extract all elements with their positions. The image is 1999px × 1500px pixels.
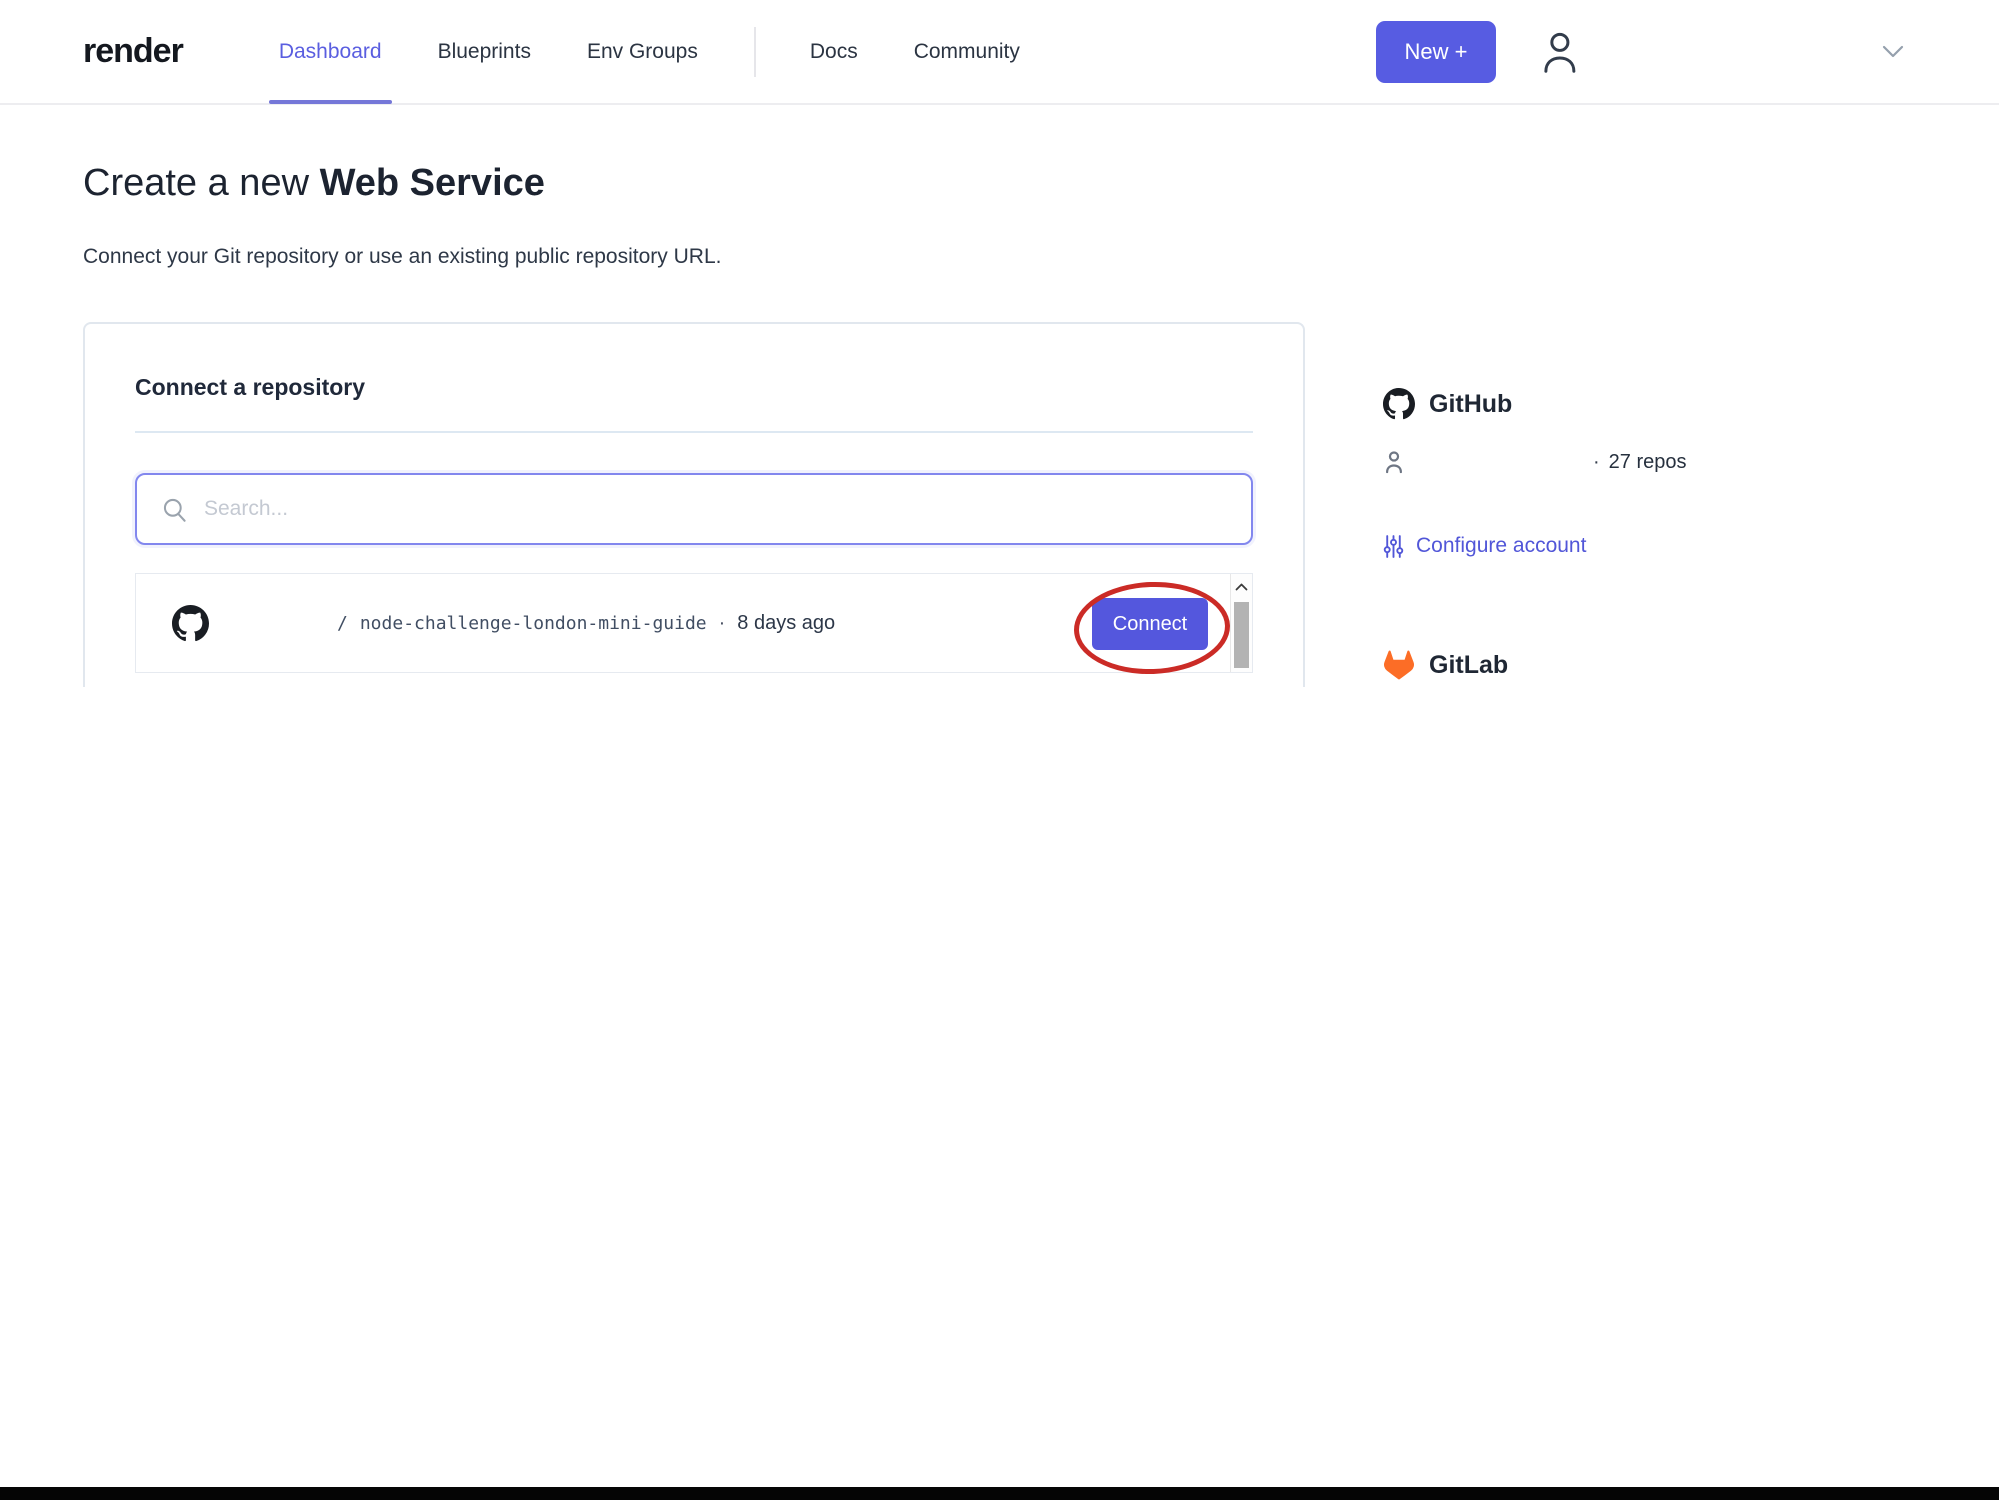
repo-list: / node-challenge-london-mini-guide · 8 d…: [135, 573, 1253, 677]
repo-count: 27 repos: [1608, 450, 1687, 473]
redacted-owner-name: [209, 618, 337, 628]
nav-item-community[interactable]: Community: [914, 0, 1020, 104]
nav-item-docs[interactable]: Docs: [810, 0, 858, 104]
top-navbar: render Dashboard Blueprints Env Groups D…: [0, 0, 1999, 105]
nav-links: Dashboard Blueprints Env Groups Docs Com…: [268, 0, 1076, 104]
repo-separator: ·: [718, 611, 726, 634]
gitlab-section-header: GitLab: [1383, 650, 1943, 680]
bottom-edge-bar: [0, 1487, 1999, 1500]
github-title: GitHub: [1429, 389, 1513, 418]
new-button[interactable]: New +: [1376, 20, 1496, 83]
page-title: Create a new Web Service: [83, 162, 545, 205]
connect-button[interactable]: Connect: [1092, 598, 1208, 650]
repo-search-input[interactable]: [204, 497, 1251, 521]
repo-name: node-challenge-london-mini-guide: [359, 612, 707, 634]
card-divider: [135, 431, 1253, 433]
card-heading: Connect a repository: [135, 374, 366, 400]
repo-path-slash: /: [337, 612, 348, 634]
search-icon: [163, 498, 186, 522]
repo-row[interactable]: / node-challenge-london-mini-guide · 8 d…: [136, 574, 1252, 672]
sliders-icon: [1383, 534, 1404, 558]
page-title-prefix: Create a new: [83, 162, 320, 204]
render-logo[interactable]: render: [83, 32, 184, 71]
github-icon: [172, 604, 209, 641]
page-title-emphasis: Web Service: [319, 162, 545, 204]
nav-item-dashboard[interactable]: Dashboard: [268, 0, 392, 104]
user-avatar-icon[interactable]: [1538, 29, 1580, 75]
gitlab-icon: [1384, 650, 1414, 680]
scrollbar-thumb[interactable]: [1234, 602, 1249, 668]
github-account-meta: · 27 repos: [1383, 450, 1943, 474]
chevron-down-icon[interactable]: [1882, 45, 1904, 58]
repo-updated-time: 8 days ago: [737, 611, 836, 634]
nav-divider: [753, 26, 756, 77]
github-icon: [1383, 388, 1415, 420]
nav-right: New +: [1376, 20, 1904, 83]
configure-account-label: Configure account: [1416, 534, 1587, 557]
repo-list-scrollbar[interactable]: [1230, 574, 1252, 672]
person-icon: [1386, 451, 1402, 474]
redacted-username: [1405, 458, 1593, 466]
scroll-up-arrow-icon[interactable]: [1231, 574, 1252, 600]
configure-account-link[interactable]: Configure account: [1383, 534, 1943, 558]
nav-item-blueprints[interactable]: Blueprints: [438, 0, 531, 104]
git-providers-sidebar: GitHub · 27 repos Configure account GitL: [1383, 388, 1943, 680]
github-section-header: GitHub: [1383, 388, 1943, 420]
page-root: render Dashboard Blueprints Env Groups D…: [0, 0, 1999, 1500]
connect-repository-card: Connect a repository / node-challenge-lo…: [83, 322, 1305, 687]
gitlab-title: GitLab: [1429, 650, 1509, 679]
repo-search-box: [135, 473, 1253, 545]
page-subtitle: Connect your Git repository or use an ex…: [83, 245, 722, 268]
nav-item-env-groups[interactable]: Env Groups: [587, 0, 698, 104]
meta-separator: ·: [1593, 450, 1600, 473]
